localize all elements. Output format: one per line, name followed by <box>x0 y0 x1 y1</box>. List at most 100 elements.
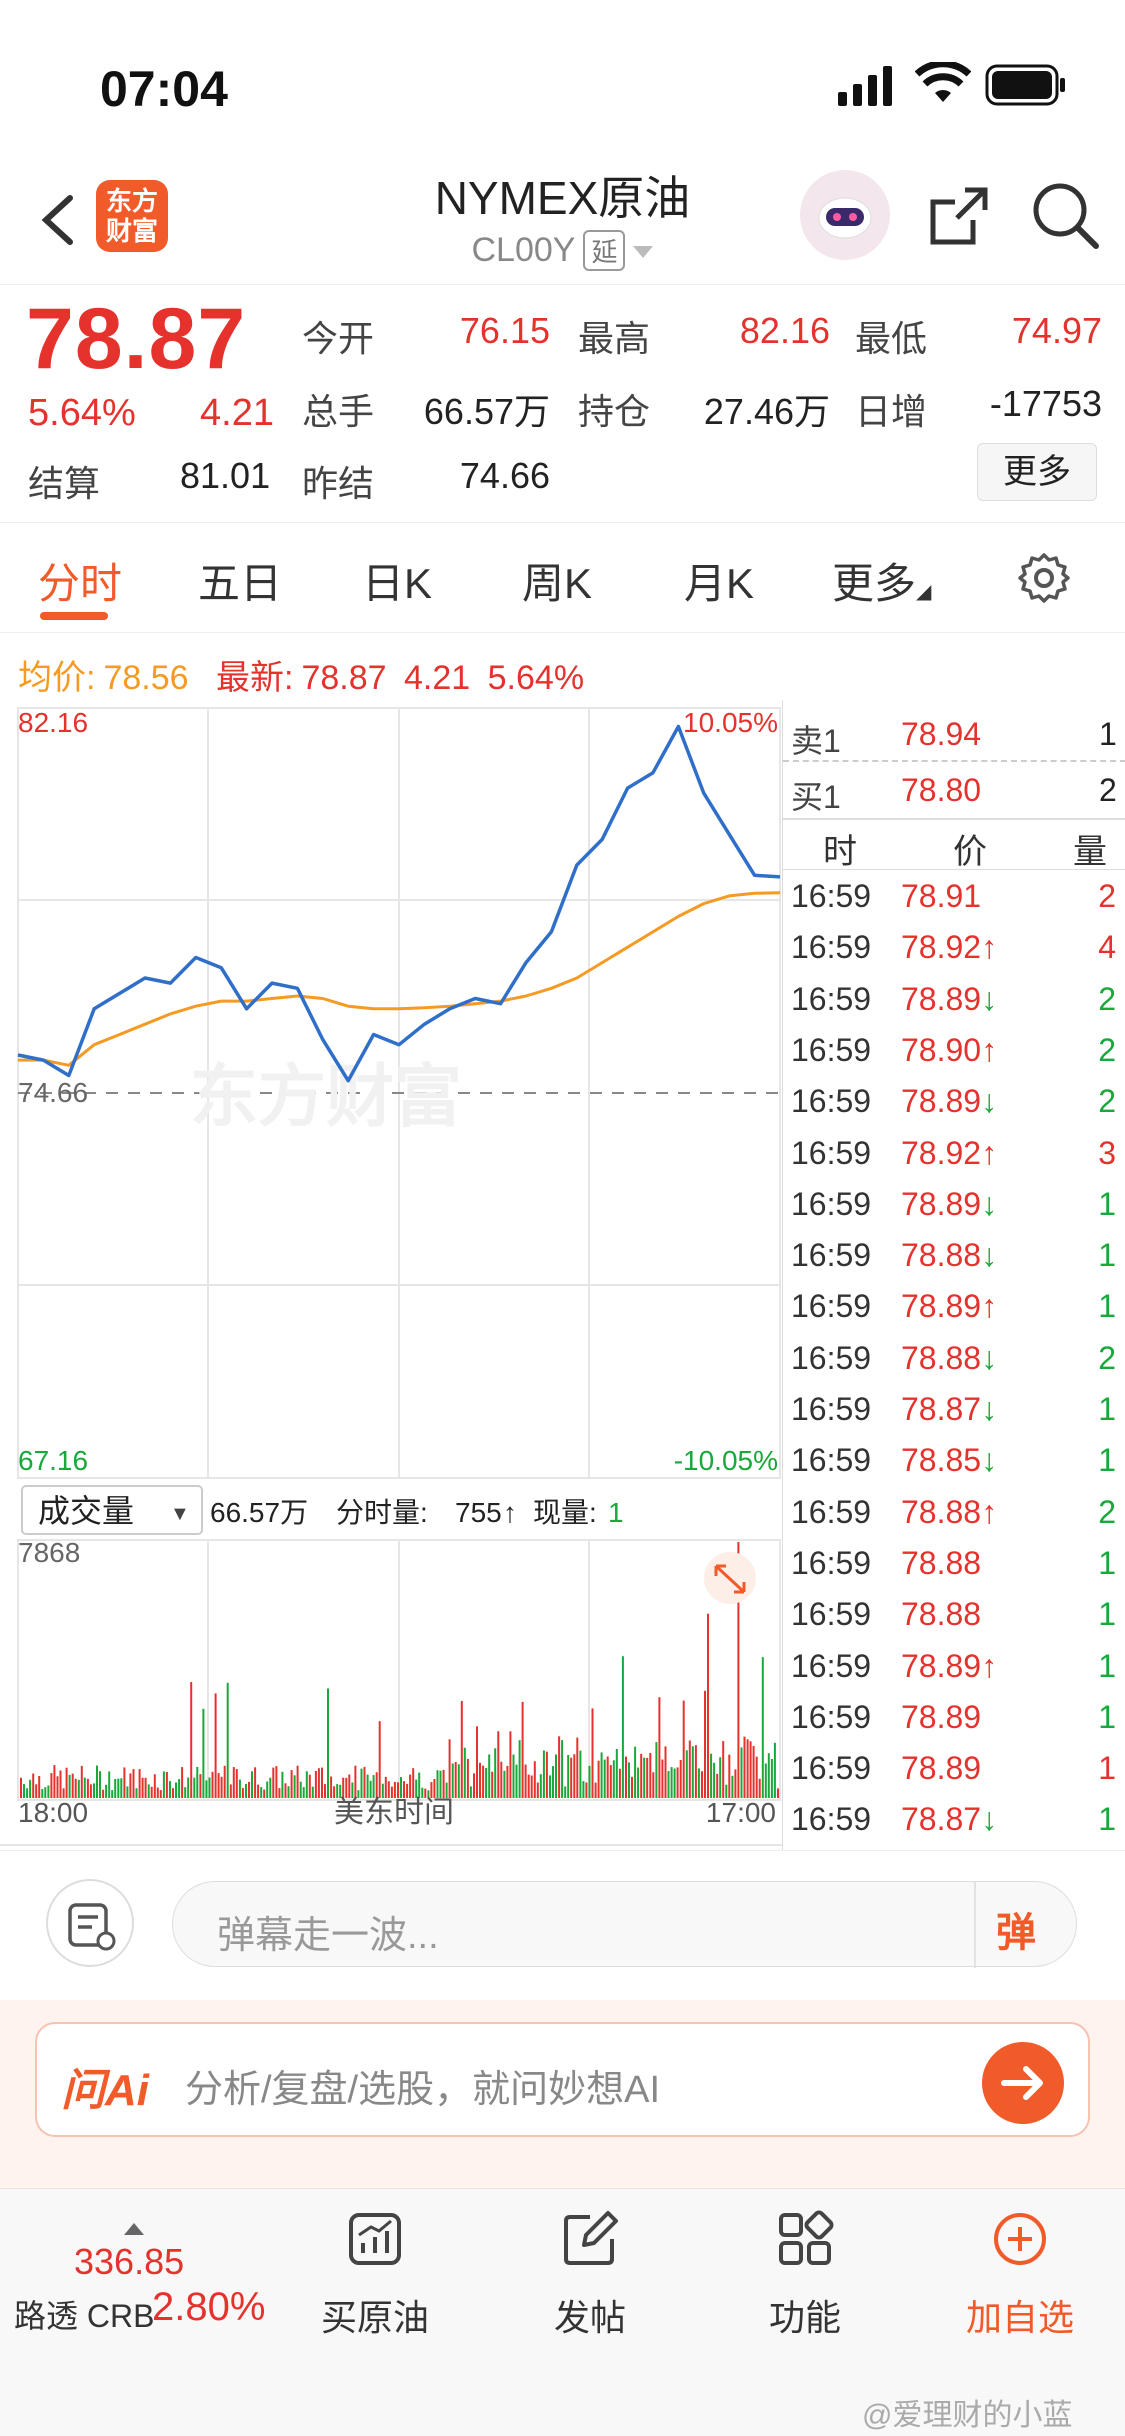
avg-label: 均价: <box>18 659 96 697</box>
volume-bar <box>284 1783 287 1798</box>
trade-row: 16:59 78.92↑ 4 <box>783 923 1125 974</box>
volume-bar <box>719 1757 722 1798</box>
volume-bar <box>272 1767 275 1798</box>
volume-bar <box>114 1779 117 1798</box>
volume-bar <box>241 1788 244 1798</box>
volume-bar <box>582 1781 585 1798</box>
volume-bar <box>199 1774 202 1798</box>
comment-settings-button[interactable] <box>46 1879 134 1967</box>
trade-row: 16:59 78.88 1 <box>783 1539 1125 1590</box>
volume-bar <box>83 1777 86 1798</box>
battery-icon <box>985 64 1065 106</box>
trade-qty: 2 <box>1098 878 1116 914</box>
chart-icon <box>349 2213 401 2265</box>
settle-label: 结算 <box>28 463 101 504</box>
more-button[interactable]: 更多 <box>977 443 1097 501</box>
volume-bar <box>71 1773 74 1798</box>
trade-row: 16:59 78.87↓ 1 <box>783 1795 1125 1846</box>
volume-bar <box>229 1784 232 1798</box>
trade-price: 78.92↑ <box>901 1134 998 1171</box>
volume-bar <box>409 1774 412 1798</box>
ask-label: 卖1 <box>791 723 841 759</box>
crb-percent: 2.80% <box>152 2285 266 2329</box>
chart-grid <box>17 707 781 1801</box>
intraday-chart[interactable]: 东方财富 82.16 10.05% 74.66 67.16 -10.05% 成交… <box>0 700 782 1850</box>
open-interest-label: 持仓 <box>578 391 651 432</box>
volume-bar <box>457 1764 460 1798</box>
volume-label: 总手 <box>302 391 375 432</box>
trade-price: 78.89↑ <box>901 1647 998 1684</box>
volume-bar <box>661 1759 664 1798</box>
tab-more[interactable]: 更多◢ <box>832 550 931 611</box>
trade-row: 16:59 78.90↑ 2 <box>783 1026 1125 1077</box>
volume-bar <box>287 1786 290 1798</box>
volume-bar <box>482 1765 485 1798</box>
volume-bar <box>539 1774 542 1798</box>
nav-buy-oil[interactable]: 买原油 <box>275 2189 475 2349</box>
trade-price: 78.89 <box>901 1750 982 1787</box>
crb-index-item[interactable]: 336.85 路透 CRB 2.80% <box>0 2189 270 2349</box>
volume-bar <box>576 1737 579 1798</box>
tab-intraday[interactable]: 分时 <box>38 550 122 611</box>
volume-bar <box>290 1770 293 1798</box>
volume-bar <box>518 1740 521 1798</box>
ai-search-box[interactable]: 问Ai 分析/复盘/选股，就问妙想AI <box>35 2022 1090 2137</box>
volume-bar <box>263 1789 266 1798</box>
nav-post-label: 发帖 <box>553 2297 626 2338</box>
volume-bar <box>691 1746 694 1798</box>
nav-functions-label: 功能 <box>768 2297 841 2338</box>
nav-functions[interactable]: 功能 <box>705 2189 905 2349</box>
search-icon[interactable] <box>1030 180 1100 250</box>
trade-row: 16:59 78.88↓ 1 <box>783 1231 1125 1282</box>
trade-qty: 1 <box>1098 1750 1116 1787</box>
trade-time: 16:59 <box>791 1031 872 1068</box>
volume-bar <box>153 1774 156 1798</box>
volume-bar <box>536 1782 539 1798</box>
volume-bar <box>770 1759 773 1798</box>
nav-add-watchlist[interactable]: 加自选 <box>920 2189 1120 2349</box>
crb-value: 336.85 <box>74 2241 185 2282</box>
danmu-input[interactable]: 弹幕走一波... 弹 <box>172 1881 1077 1968</box>
volume-bar <box>384 1776 387 1798</box>
volume-bar <box>205 1780 208 1798</box>
gear-icon[interactable] <box>1018 552 1070 604</box>
down-arrow-icon: ↓ <box>981 1442 998 1479</box>
tab-monthly-k[interactable]: 月K <box>684 550 754 611</box>
volume-bar <box>178 1779 181 1798</box>
volume-bar <box>314 1771 317 1798</box>
volume-bar <box>667 1771 670 1798</box>
ai-go-button[interactable] <box>982 2042 1064 2124</box>
tab-five-day[interactable]: 五日 <box>198 550 282 611</box>
volume-bar <box>147 1784 150 1798</box>
volume-bar <box>552 1766 554 1798</box>
volume-bar <box>120 1778 123 1798</box>
y-low-pct-label: -10.05% <box>674 1445 778 1476</box>
trade-price: 78.89↓ <box>901 1083 998 1120</box>
x-start-label: 18:00 <box>18 1797 88 1828</box>
danmu-button[interactable]: 弹 <box>996 1900 1056 1955</box>
divider <box>0 632 1125 633</box>
volume-bar <box>80 1765 83 1798</box>
up-arrow-icon: ↑ <box>981 1647 998 1684</box>
volume-bar <box>743 1736 746 1798</box>
danmu-placeholder: 弹幕走一波... <box>217 1915 439 1957</box>
nav-post[interactable]: 发帖 <box>490 2189 690 2349</box>
volume-bar <box>515 1764 518 1798</box>
volume-bar <box>476 1726 478 1798</box>
volume-bar <box>588 1765 591 1798</box>
tab-weekly-k[interactable]: 周K <box>522 550 592 611</box>
tab-daily-k[interactable]: 日K <box>362 550 432 611</box>
up-arrow-icon: ↑ <box>981 1493 998 1530</box>
status-bar: 07:04 <box>0 0 1125 150</box>
ai-robot-avatar[interactable] <box>800 170 890 260</box>
trade-qty: 2 <box>1098 1031 1116 1068</box>
share-icon[interactable] <box>925 180 995 250</box>
volume-bar <box>187 1777 190 1798</box>
volume-bar <box>165 1772 168 1798</box>
trade-row: 16:59 78.87↓ 1 <box>783 1385 1125 1436</box>
trade-time: 16:59 <box>791 1698 872 1735</box>
volume-bar <box>327 1688 329 1798</box>
trade-row: 16:59 78.91 2 <box>783 872 1125 923</box>
volume-bar <box>469 1786 472 1798</box>
trade-row: 16:59 78.88 1 <box>783 1590 1125 1641</box>
